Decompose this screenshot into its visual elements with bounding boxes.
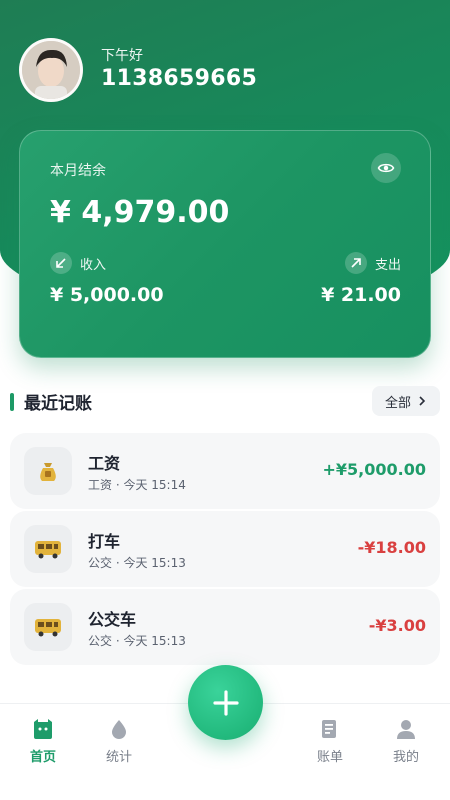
home-icon bbox=[34, 719, 52, 739]
arrow-down-left-icon bbox=[50, 252, 72, 274]
section-accent-bar bbox=[10, 392, 14, 411]
item-title: 工资 bbox=[88, 454, 121, 473]
greeting: 下午好 bbox=[101, 48, 143, 64]
balance-value: ¥ 4,979.00 bbox=[50, 195, 230, 230]
item-subtitle: 工资 · 今天 15:14 bbox=[88, 478, 186, 492]
money-bag-icon bbox=[24, 447, 72, 495]
tab-label: 账单 bbox=[316, 750, 343, 765]
tab-home[interactable]: 首页 bbox=[13, 718, 73, 765]
item-title: 公交车 bbox=[88, 610, 137, 629]
plus-icon bbox=[212, 689, 239, 716]
list-item[interactable]: 公交车 公交 · 今天 15:13 -¥3.00 bbox=[10, 589, 440, 665]
avatar[interactable] bbox=[19, 38, 83, 102]
toggle-visibility-button[interactable] bbox=[371, 153, 401, 183]
tab-profile[interactable]: 我的 bbox=[376, 718, 436, 765]
tab-stats[interactable]: 统计 bbox=[89, 718, 149, 765]
balance-card: 本月结余 ¥ 4,979.00 收入 支出 ¥ 5,000.00 ¥ 21.00 bbox=[19, 130, 431, 358]
bill-icon bbox=[322, 720, 336, 738]
balance-label: 本月结余 bbox=[50, 163, 106, 179]
item-amount: +¥5,000.00 bbox=[322, 460, 427, 479]
item-amount: -¥18.00 bbox=[357, 538, 426, 557]
expense-label: 支出 bbox=[374, 257, 401, 273]
avatar-photo bbox=[22, 41, 80, 99]
item-subtitle: 公交 · 今天 15:13 bbox=[88, 634, 186, 648]
profile-icon bbox=[397, 720, 415, 739]
income-row: 收入 bbox=[50, 252, 106, 274]
bus-icon bbox=[24, 525, 72, 573]
eye-icon bbox=[377, 163, 395, 173]
bus-icon bbox=[24, 603, 72, 651]
item-subtitle: 公交 · 今天 15:13 bbox=[88, 556, 186, 570]
recent-section-header: 最近记账 bbox=[10, 389, 92, 414]
tab-bills[interactable]: 账单 bbox=[300, 718, 360, 765]
tab-label: 首页 bbox=[29, 750, 56, 765]
arrow-up-right-icon bbox=[344, 252, 367, 274]
item-amount: -¥3.00 bbox=[368, 616, 426, 635]
username: 1138659665 bbox=[101, 66, 258, 91]
income-label: 收入 bbox=[80, 257, 107, 273]
income-value: ¥ 5,000.00 bbox=[50, 284, 164, 306]
view-all-label: 全部 bbox=[384, 395, 411, 411]
view-all-button[interactable]: 全部 bbox=[372, 386, 440, 416]
expense-value: ¥ 21.00 bbox=[321, 284, 401, 306]
chevron-right-icon bbox=[419, 396, 426, 406]
list-item[interactable]: 工资 工资 · 今天 15:14 +¥5,000.00 bbox=[10, 433, 440, 509]
add-record-button[interactable] bbox=[188, 665, 263, 740]
recent-title: 最近记账 bbox=[24, 394, 92, 414]
list-item[interactable]: 打车 公交 · 今天 15:13 -¥18.00 bbox=[10, 511, 440, 587]
item-title: 打车 bbox=[88, 532, 121, 551]
tab-label: 我的 bbox=[392, 750, 419, 765]
tab-label: 统计 bbox=[105, 750, 132, 765]
expense-row: 支出 bbox=[344, 252, 401, 274]
stats-icon bbox=[112, 720, 126, 739]
